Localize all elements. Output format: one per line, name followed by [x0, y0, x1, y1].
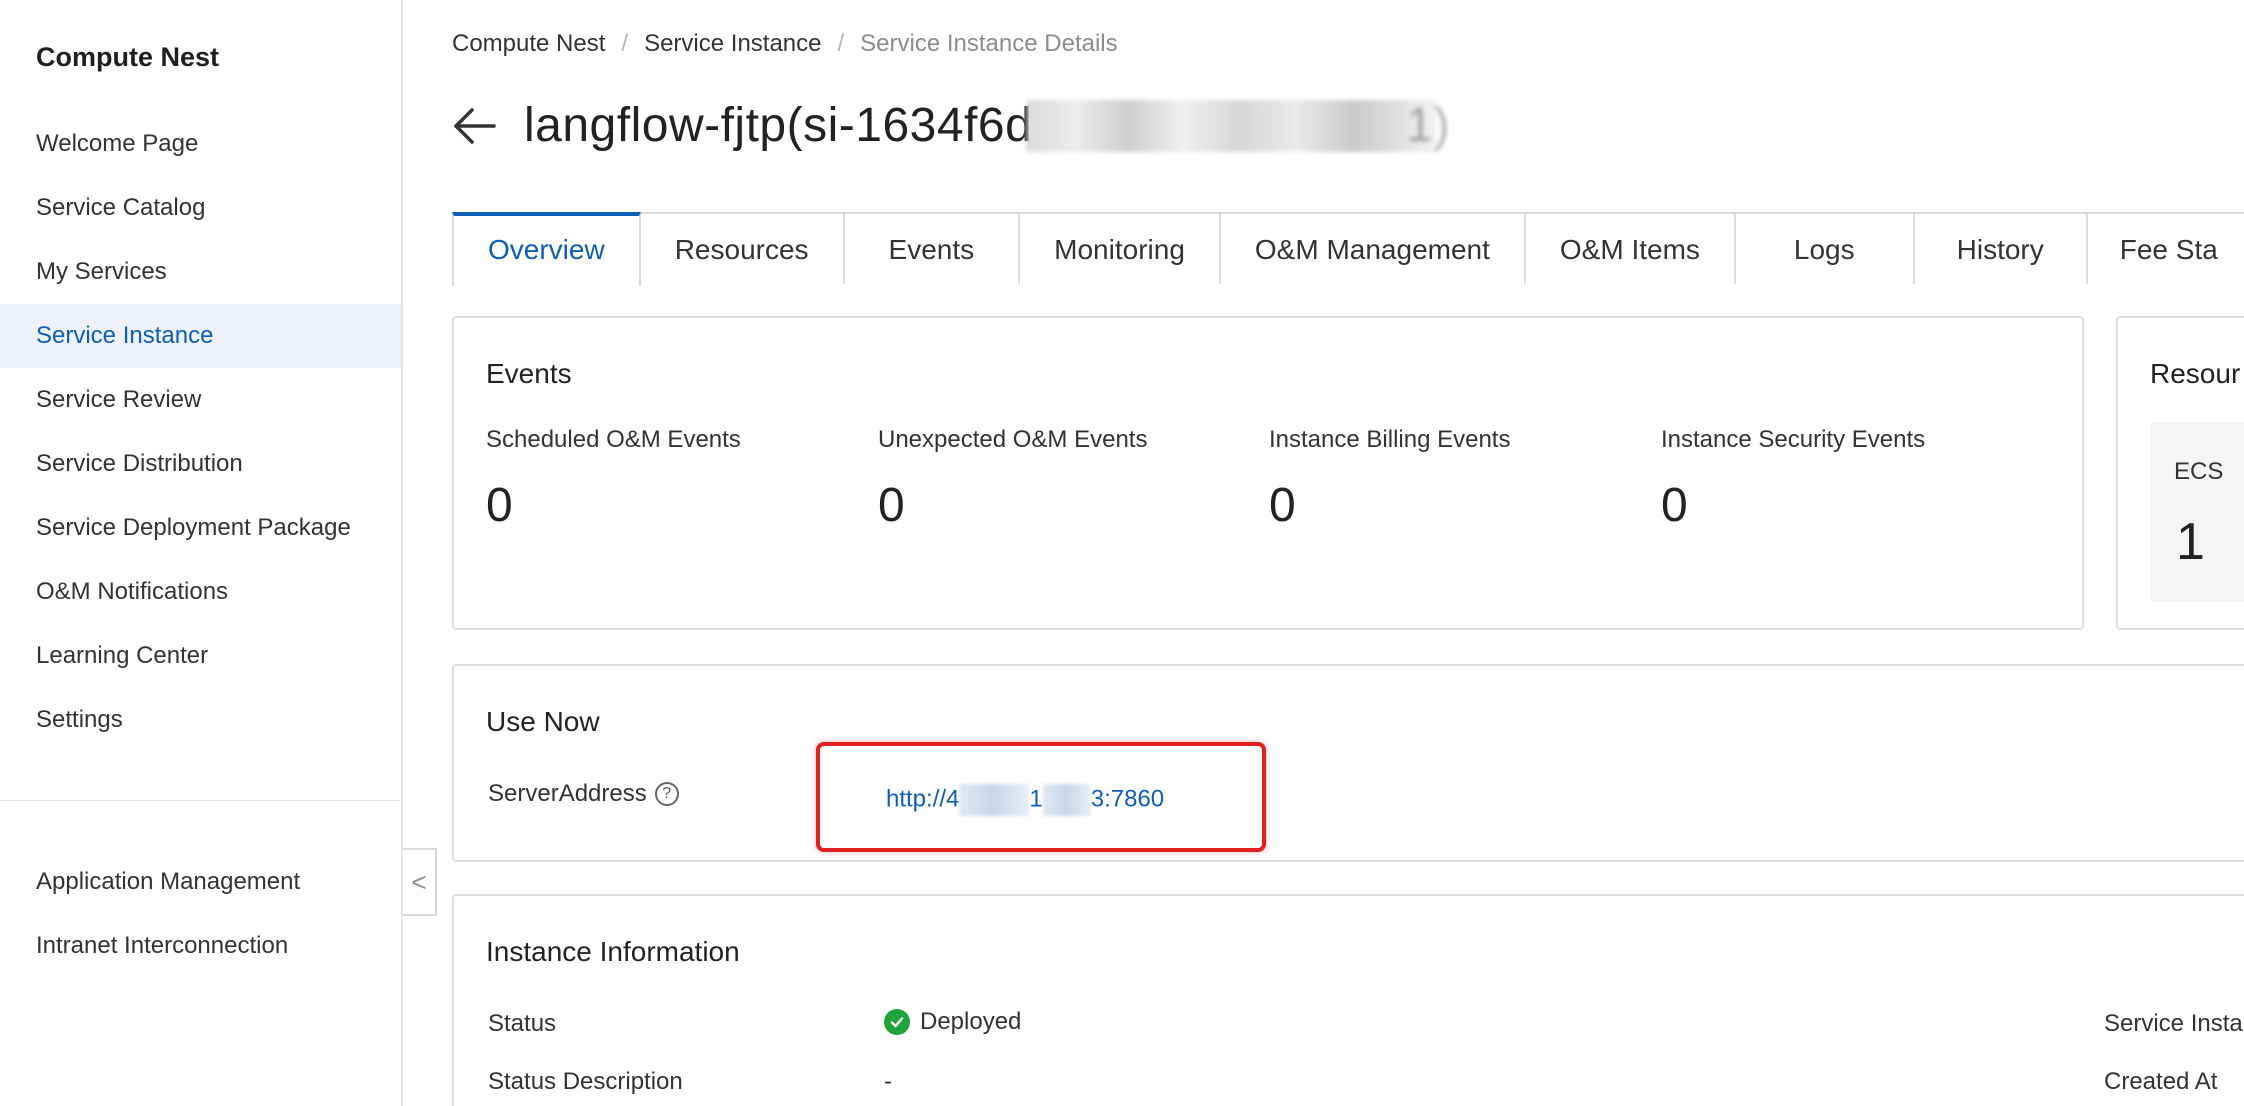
sidebar-item-om-notifications[interactable]: O&M Notifications: [0, 560, 401, 624]
events-card: Events Scheduled O&M Events 0 Unexpected…: [452, 316, 2084, 630]
use-now-title: Use Now: [486, 706, 600, 737]
breadcrumb-separator: /: [837, 30, 845, 57]
server-address-label-text: ServerAddress: [488, 780, 647, 807]
server-link-prefix: http://4: [886, 785, 960, 813]
tab-om-items[interactable]: O&M Items: [1525, 212, 1736, 284]
breadcrumb: Compute Nest / Service Instance / Servic…: [452, 30, 1118, 58]
highlight-annotation-box: http://4 1 3:7860: [816, 742, 1266, 852]
ecs-label: ECS: [2174, 458, 2224, 485]
tab-om-management[interactable]: O&M Management: [1220, 212, 1526, 284]
tab-fee-statistics[interactable]: Fee Sta: [2087, 212, 2244, 284]
redacted-ip-part: [959, 784, 1030, 816]
events-card-title: Events: [486, 358, 572, 389]
status-value: Deployed: [884, 1008, 1021, 1036]
tab-events[interactable]: Events: [844, 212, 1021, 284]
created-at-label: Created At: [2104, 1068, 2218, 1095]
event-stat-value[interactable]: 0: [878, 478, 1147, 533]
event-stat-label: Scheduled O&M Events: [486, 426, 741, 453]
sidebar-item-settings[interactable]: Settings: [0, 688, 401, 752]
check-circle-icon: [884, 1009, 910, 1035]
sidebar-nav: Welcome Page Service Catalog My Services…: [0, 112, 401, 752]
sidebar-item-service-distribution[interactable]: Service Distribution: [0, 432, 401, 496]
resources-card: Resour ECS 1: [2116, 316, 2244, 630]
redacted-ip-part: [1042, 784, 1091, 816]
service-instance-label: Service Insta: [2104, 1010, 2243, 1037]
sidebar-item-service-deployment-package[interactable]: Service Deployment Package: [0, 496, 401, 560]
tab-overview[interactable]: Overview: [452, 212, 641, 286]
event-stat-value[interactable]: 0: [486, 478, 741, 533]
event-stat-scheduled: Scheduled O&M Events 0: [486, 426, 741, 533]
sidebar-item-intranet-interconnection[interactable]: Intranet Interconnection: [0, 914, 401, 978]
instance-info-title: Instance Information: [486, 936, 740, 967]
event-stat-value[interactable]: 0: [1269, 478, 1510, 533]
event-stat-billing: Instance Billing Events 0: [1269, 426, 1510, 533]
sidebar-item-service-review[interactable]: Service Review: [0, 368, 401, 432]
event-stat-value[interactable]: 0: [1661, 478, 1925, 533]
server-address-label: ServerAddress ?: [488, 780, 679, 808]
resources-card-title: Resour: [2150, 358, 2241, 389]
server-address-link[interactable]: http://4 1 3:7860: [886, 784, 1164, 816]
tab-logs[interactable]: Logs: [1735, 212, 1915, 284]
breadcrumb-current: Service Instance Details: [860, 30, 1118, 57]
help-icon[interactable]: ?: [654, 782, 679, 806]
sidebar-item-application-management[interactable]: Application Management: [0, 850, 401, 914]
event-stat-unexpected: Unexpected O&M Events 0: [878, 426, 1147, 533]
page-title: langflow-fjtp(si-1634f6d: [524, 99, 1033, 152]
tab-monitoring[interactable]: Monitoring: [1020, 212, 1221, 284]
tab-history[interactable]: History: [1914, 212, 2088, 284]
server-link-middle: 1: [1029, 785, 1043, 813]
redacted-id: [1026, 99, 1437, 152]
status-label: Status: [488, 1010, 557, 1037]
server-link-suffix: 3:7860: [1090, 785, 1165, 813]
sidebar-title: Compute Nest: [36, 42, 220, 72]
sidebar-bottom-nav: Application Management Intranet Intercon…: [0, 850, 401, 978]
breadcrumb-separator: /: [621, 30, 629, 57]
page-title-tail: 1): [1406, 99, 1450, 152]
breadcrumb-compute-nest[interactable]: Compute Nest: [452, 30, 605, 58]
sidebar-item-my-services[interactable]: My Services: [0, 240, 401, 304]
event-stat-label: Instance Billing Events: [1269, 426, 1511, 453]
title-row: langflow-fjtp(si-1634f6d 1): [452, 98, 1450, 153]
sidebar-item-service-instance[interactable]: Service Instance: [0, 304, 401, 368]
sidebar-divider: [0, 800, 401, 801]
tab-bar: Overview Resources Events Monitoring O&M…: [452, 212, 2244, 286]
event-stat-label: Unexpected O&M Events: [878, 426, 1148, 453]
use-now-card: Use Now ServerAddress ? http://4 1 3:7860: [452, 664, 2244, 862]
sidebar-item-service-catalog[interactable]: Service Catalog: [0, 176, 401, 240]
event-stat-label: Instance Security Events: [1661, 426, 1926, 453]
status-description-label: Status Description: [488, 1068, 683, 1095]
sidebar-item-learning-center[interactable]: Learning Center: [0, 624, 401, 688]
status-value-text: Deployed: [920, 1008, 1022, 1035]
ecs-count: 1: [2176, 513, 2205, 571]
back-arrow-icon[interactable]: [452, 103, 498, 149]
sidebar-item-welcome-page[interactable]: Welcome Page: [0, 112, 401, 176]
instance-info-card: Instance Information Status Deployed Sta…: [452, 894, 2244, 1106]
status-description-value: -: [884, 1068, 892, 1095]
tab-resources[interactable]: Resources: [640, 212, 845, 284]
main-content: Compute Nest / Service Instance / Servic…: [404, 0, 2244, 1106]
event-stat-security: Instance Security Events 0: [1661, 426, 1925, 533]
ecs-resource-tile[interactable]: ECS 1: [2150, 422, 2244, 602]
breadcrumb-service-instance[interactable]: Service Instance: [644, 30, 821, 58]
sidebar: Compute Nest Welcome Page Service Catalo…: [0, 0, 403, 1106]
